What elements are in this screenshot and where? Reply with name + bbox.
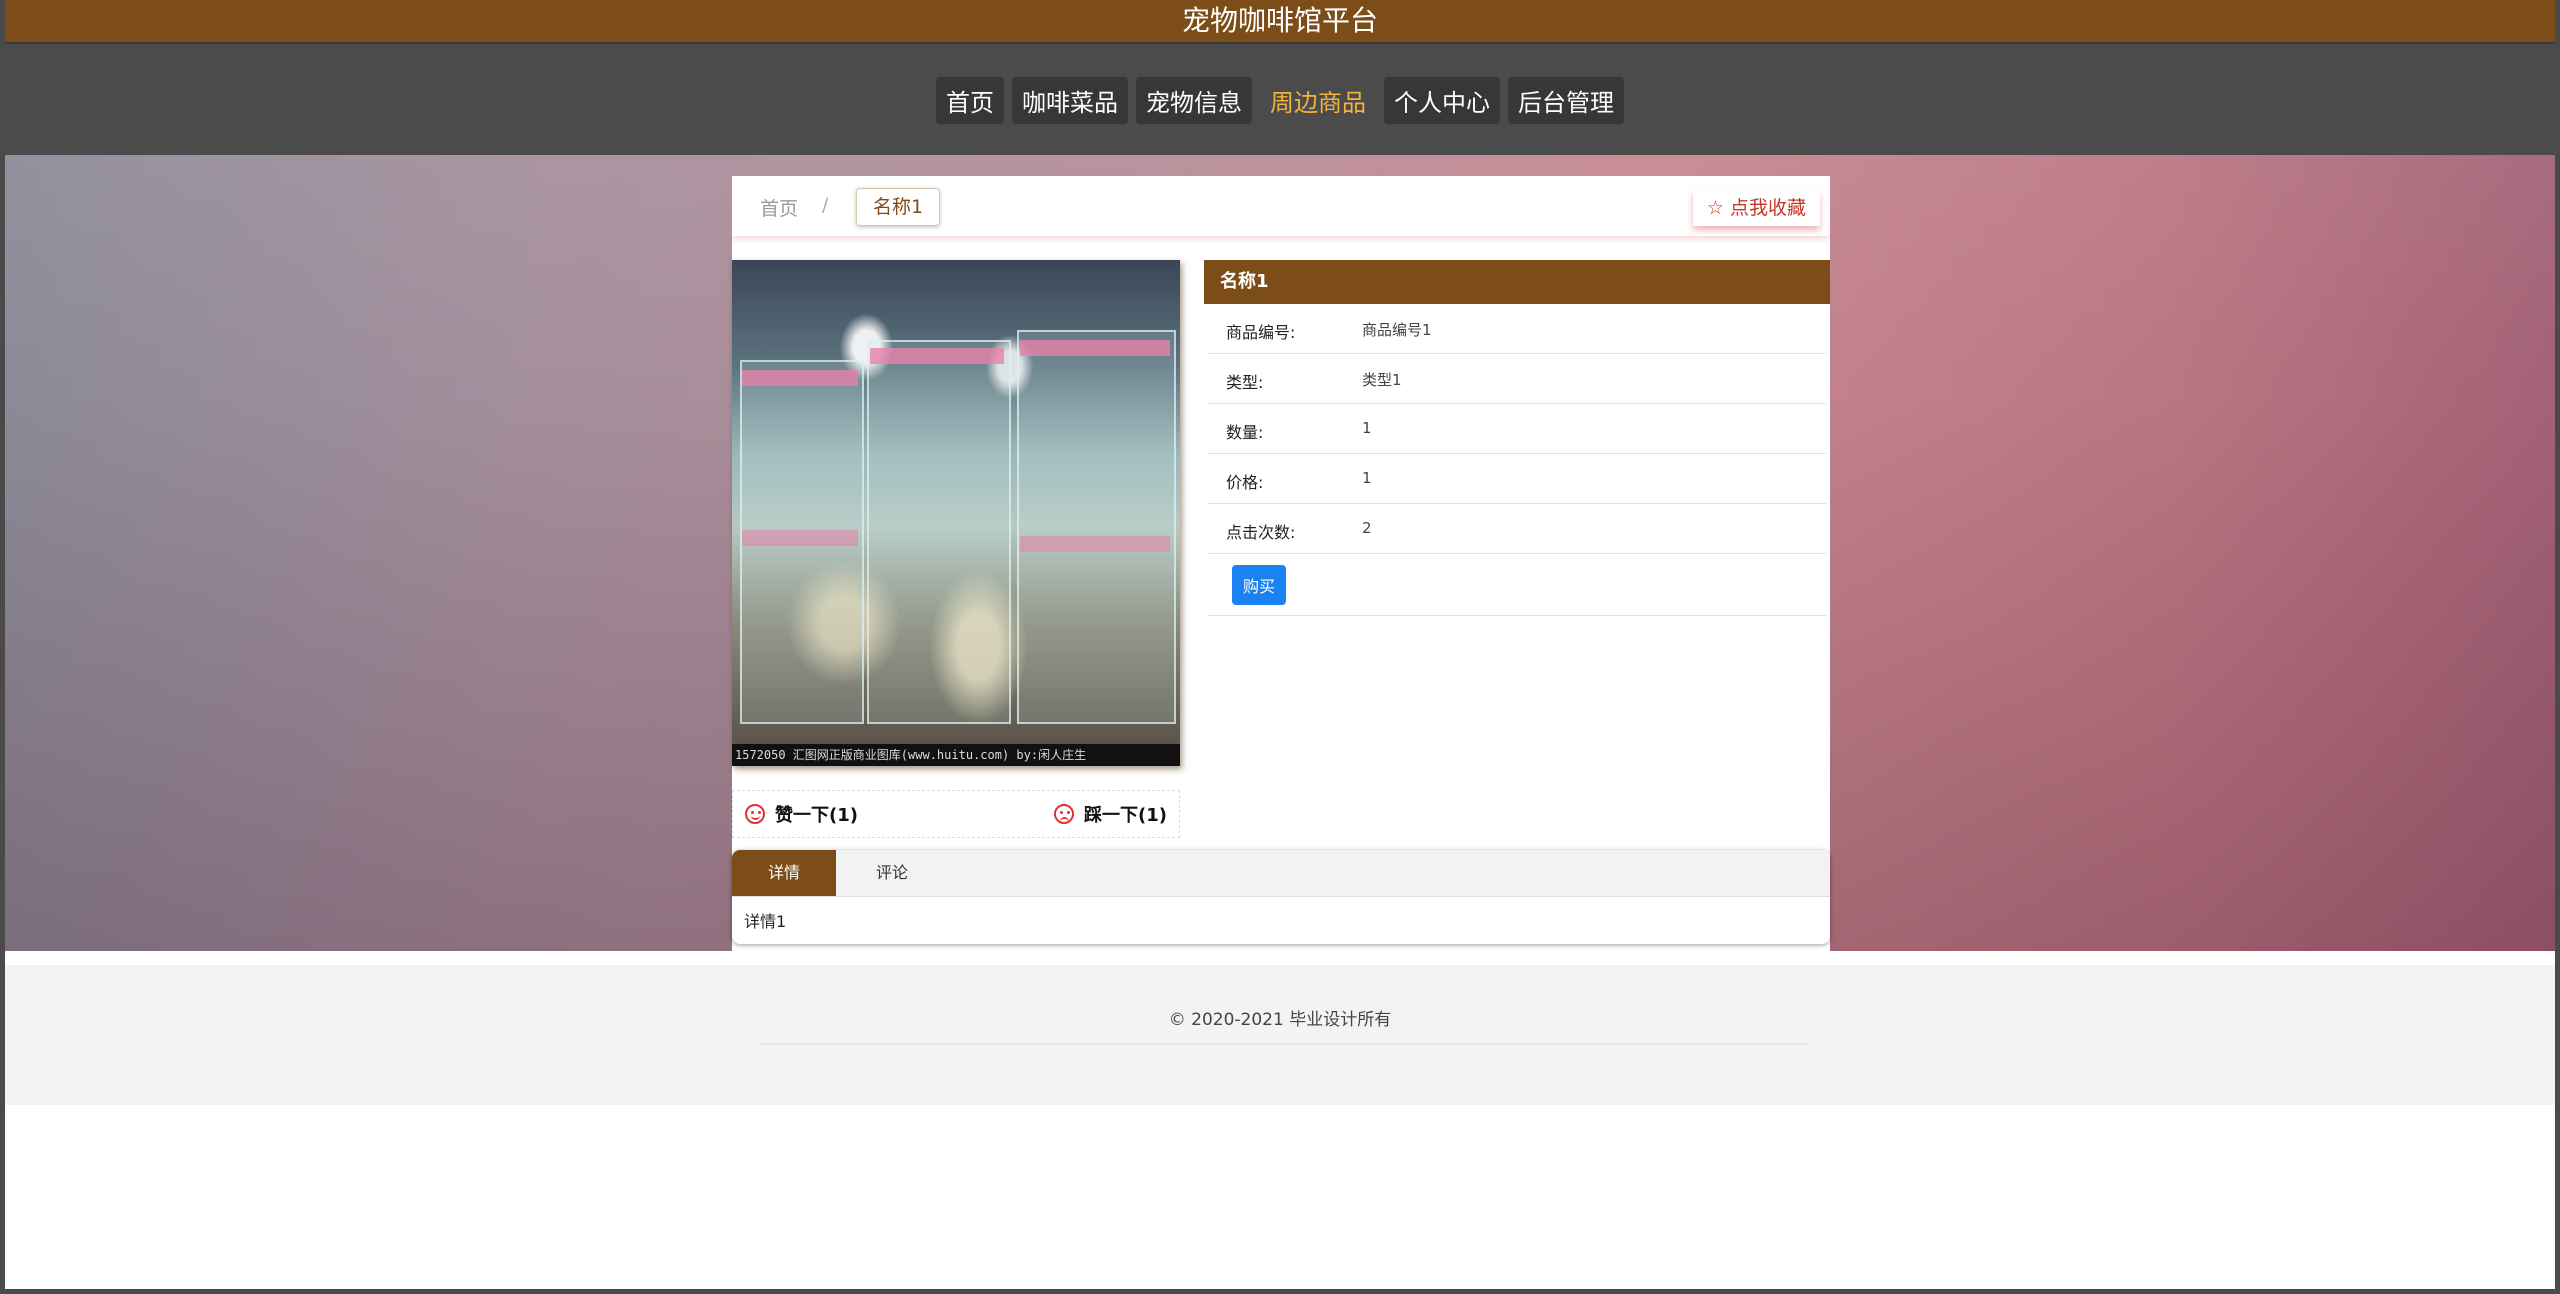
info-label: 商品编号: [1226, 323, 1296, 342]
frown-icon [1054, 804, 1075, 824]
nav-item-user-center[interactable]: 个人中心 [1384, 77, 1500, 124]
info-value: 类型1 [1362, 371, 1402, 389]
dislike-button[interactable]: 踩一下(1) [1054, 801, 1167, 827]
breadcrumb-current: 名称1 [856, 188, 941, 226]
info-row-quantity: 数量: 1 [1208, 404, 1826, 454]
smile-icon [745, 804, 765, 824]
info-row-type: 类型: 类型1 [1208, 354, 1826, 404]
nav-item-admin[interactable]: 后台管理 [1508, 77, 1624, 124]
buy-button[interactable]: 购买 [1232, 565, 1286, 605]
vote-bar: 赞一下(1) 踩一下(1) [732, 790, 1180, 838]
product-photo [732, 260, 1180, 744]
tab-bar: 详情 评论 [732, 850, 1830, 897]
info-label: 点击次数: [1226, 523, 1296, 542]
breadcrumb-separator: / [822, 194, 829, 216]
info-row-code: 商品编号: 商品编号1 [1208, 304, 1826, 354]
product-name: 名称1 [1204, 260, 1830, 304]
footer: © 2020-2021 毕业设计所有 [5, 965, 2555, 1105]
info-row-clicks: 点击次数: 2 [1208, 504, 1826, 554]
info-value: 1 [1362, 419, 1372, 437]
like-button[interactable]: 赞一下(1) [745, 801, 858, 827]
info-value: 商品编号1 [1362, 321, 1432, 339]
product-image: 1572050 汇图网正版商业图库(www.huitu.com) by:闲人庄生 [732, 260, 1180, 766]
breadcrumb: 首页 / 名称1 ☆ 点我收藏 [732, 176, 1830, 236]
info-label: 数量: [1226, 423, 1264, 442]
product-detail-card: 首页 / 名称1 ☆ 点我收藏 1572050 汇图网正版商业图库(www.hu… [732, 176, 1830, 951]
info-label: 价格: [1226, 473, 1264, 492]
like-label: 赞一下(1) [775, 805, 858, 826]
tab-comments[interactable]: 评论 [836, 850, 948, 896]
nav-item-merchandise[interactable]: 周边商品 [1260, 77, 1376, 124]
main-nav: 首页 咖啡菜品 宠物信息 周边商品 个人中心 后台管理 [5, 42, 2555, 157]
info-value: 2 [1362, 519, 1372, 537]
nav-item-pet-info[interactable]: 宠物信息 [1136, 77, 1252, 124]
info-row-price: 价格: 1 [1208, 454, 1826, 504]
product-info: 名称1 商品编号: 商品编号1 类型: 类型1 数量: 1 价格: 1 点击次数… [1204, 260, 1830, 616]
site-title: 宠物咖啡馆平台 [0, 0, 2560, 42]
footer-copyright: © 2020-2021 毕业设计所有 [1168, 1010, 1392, 1030]
tab-content: 详情1 [744, 912, 787, 931]
footer-divider [760, 1043, 1808, 1045]
tab-details[interactable]: 详情 [732, 850, 836, 896]
info-value: 1 [1362, 469, 1372, 487]
dislike-label: 踩一下(1) [1084, 805, 1167, 826]
nav-item-coffee-menu[interactable]: 咖啡菜品 [1012, 77, 1128, 124]
buy-row: 购买 [1208, 554, 1826, 616]
nav-item-home[interactable]: 首页 [936, 77, 1004, 124]
breadcrumb-home[interactable]: 首页 [760, 194, 798, 221]
favorite-button[interactable]: ☆ 点我收藏 [1692, 190, 1820, 226]
photo-watermark-caption: 1572050 汇图网正版商业图库(www.huitu.com) by:闲人庄生 [732, 744, 1180, 766]
info-label: 类型: [1226, 373, 1264, 392]
detail-tabs: 详情 评论 详情1 [732, 850, 1830, 944]
